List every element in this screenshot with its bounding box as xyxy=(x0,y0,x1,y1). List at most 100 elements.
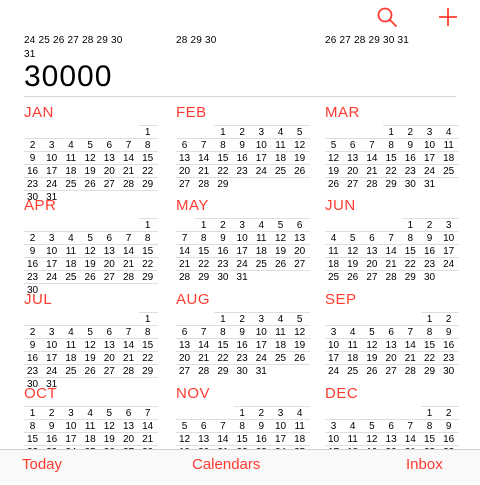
day-cell[interactable]: 22 xyxy=(214,165,231,178)
day-cell[interactable]: 29 xyxy=(421,365,438,378)
day-cell[interactable]: 2 xyxy=(440,407,457,420)
day-cell[interactable]: 15 xyxy=(139,245,156,258)
day-cell[interactable]: 17 xyxy=(43,165,60,178)
day-cell[interactable]: 16 xyxy=(421,245,438,258)
search-icon[interactable] xyxy=(376,6,398,28)
day-cell[interactable]: 28 xyxy=(383,271,400,284)
day-cell[interactable]: 7 xyxy=(139,407,156,420)
today-button[interactable]: Today xyxy=(22,456,62,473)
day-cell[interactable]: 16 xyxy=(253,433,270,446)
day-cell[interactable]: 13 xyxy=(101,245,118,258)
day-cell[interactable]: 5 xyxy=(176,420,193,433)
day-cell[interactable]: 6 xyxy=(363,232,380,245)
day-cell[interactable]: 28 xyxy=(195,365,212,378)
day-cell[interactable]: 16 xyxy=(43,433,60,446)
day-cell[interactable]: 10 xyxy=(253,139,270,152)
day-cell[interactable]: 5 xyxy=(363,420,380,433)
day-cell[interactable]: 1 xyxy=(139,126,156,139)
day-cell[interactable]: 31 xyxy=(234,271,251,284)
day-cell[interactable]: 5 xyxy=(344,232,361,245)
day-cell[interactable]: 13 xyxy=(101,339,118,352)
day-cell[interactable]: 5 xyxy=(82,326,99,339)
day-cell[interactable]: 4 xyxy=(272,313,289,326)
day-cell[interactable]: 3 xyxy=(325,326,342,339)
day-cell[interactable]: 11 xyxy=(344,433,361,446)
day-cell[interactable]: 23 xyxy=(234,352,251,365)
day-cell[interactable]: 11 xyxy=(291,420,308,433)
day-cell[interactable]: 3 xyxy=(253,126,270,139)
day-cell[interactable]: 12 xyxy=(344,245,361,258)
day-cell[interactable]: 19 xyxy=(82,165,99,178)
day-cell[interactable]: 14 xyxy=(363,152,380,165)
day-cell[interactable]: 27 xyxy=(383,365,400,378)
day-cell[interactable]: 6 xyxy=(291,219,308,232)
day-cell[interactable]: 10 xyxy=(43,245,60,258)
day-cell[interactable]: 23 xyxy=(440,352,457,365)
day-cell[interactable]: 15 xyxy=(195,245,212,258)
day-cell[interactable]: 3 xyxy=(325,420,342,433)
day-cell[interactable]: 22 xyxy=(195,258,212,271)
day-cell[interactable]: 15 xyxy=(421,433,438,446)
day-cell[interactable]: 14 xyxy=(195,152,212,165)
day-cell[interactable]: 20 xyxy=(101,258,118,271)
day-cell[interactable]: 24 xyxy=(43,178,60,191)
day-cell[interactable]: 5 xyxy=(82,232,99,245)
day-cell[interactable]: 14 xyxy=(402,339,419,352)
day-cell[interactable]: 21 xyxy=(120,258,137,271)
day-cell[interactable]: 26 xyxy=(344,271,361,284)
day-cell[interactable]: 16 xyxy=(440,433,457,446)
day-cell[interactable]: 11 xyxy=(272,139,289,152)
day-cell[interactable]: 19 xyxy=(291,152,308,165)
day-cell[interactable]: 20 xyxy=(120,433,137,446)
day-cell[interactable]: 12 xyxy=(82,152,99,165)
day-cell[interactable]: 3 xyxy=(62,407,79,420)
day-cell[interactable]: 7 xyxy=(120,232,137,245)
day-cell[interactable]: 10 xyxy=(325,339,342,352)
day-cell[interactable]: 25 xyxy=(344,365,361,378)
day-cell[interactable]: 9 xyxy=(421,232,438,245)
day-cell[interactable]: 21 xyxy=(176,258,193,271)
day-cell[interactable]: 15 xyxy=(214,152,231,165)
day-cell[interactable]: 3 xyxy=(43,326,60,339)
day-cell[interactable]: 3 xyxy=(440,219,457,232)
day-cell[interactable]: 7 xyxy=(195,326,212,339)
day-cell[interactable]: 14 xyxy=(214,433,231,446)
day-cell[interactable]: 29 xyxy=(383,178,400,191)
day-cell[interactable]: 16 xyxy=(440,339,457,352)
day-cell[interactable]: 8 xyxy=(421,326,438,339)
calendars-button[interactable]: Calendars xyxy=(192,456,260,473)
day-cell[interactable]: 21 xyxy=(195,165,212,178)
day-cell[interactable]: 8 xyxy=(234,420,251,433)
day-cell[interactable]: 4 xyxy=(62,326,79,339)
day-cell[interactable]: 20 xyxy=(101,165,118,178)
day-cell[interactable]: 8 xyxy=(402,232,419,245)
day-cell[interactable]: 18 xyxy=(344,352,361,365)
day-cell[interactable]: 1 xyxy=(139,313,156,326)
month-jul[interactable]: JUL 1 2 3 4 5 6 7 8 9 10 11 12 13 14 15 16 17 18 19 20 21 22 23… xyxy=(24,291,164,390)
day-cell[interactable]: 28 xyxy=(120,365,137,378)
day-cell[interactable]: 24 xyxy=(253,352,270,365)
day-cell[interactable]: 3 xyxy=(43,139,60,152)
day-cell[interactable]: 15 xyxy=(24,433,41,446)
day-cell[interactable]: 10 xyxy=(440,232,457,245)
day-cell[interactable]: 30 xyxy=(440,365,457,378)
day-cell[interactable]: 3 xyxy=(234,219,251,232)
day-cell[interactable]: 12 xyxy=(82,339,99,352)
day-cell[interactable]: 2 xyxy=(214,219,231,232)
day-cell[interactable]: 6 xyxy=(176,326,193,339)
day-cell[interactable]: 15 xyxy=(383,152,400,165)
day-cell[interactable]: 12 xyxy=(101,420,118,433)
day-cell[interactable]: 31 xyxy=(253,365,270,378)
day-cell[interactable]: 12 xyxy=(325,152,342,165)
day-cell[interactable]: 13 xyxy=(291,232,308,245)
day-cell[interactable]: 4 xyxy=(344,326,361,339)
day-cell[interactable]: 25 xyxy=(62,271,79,284)
day-cell[interactable]: 17 xyxy=(325,352,342,365)
day-cell[interactable]: 4 xyxy=(272,126,289,139)
day-cell[interactable]: 24 xyxy=(43,365,60,378)
day-cell[interactable]: 27 xyxy=(101,271,118,284)
day-cell[interactable]: 10 xyxy=(43,152,60,165)
day-cell[interactable]: 14 xyxy=(383,245,400,258)
day-cell[interactable]: 10 xyxy=(272,420,289,433)
day-cell[interactable]: 1 xyxy=(24,407,41,420)
